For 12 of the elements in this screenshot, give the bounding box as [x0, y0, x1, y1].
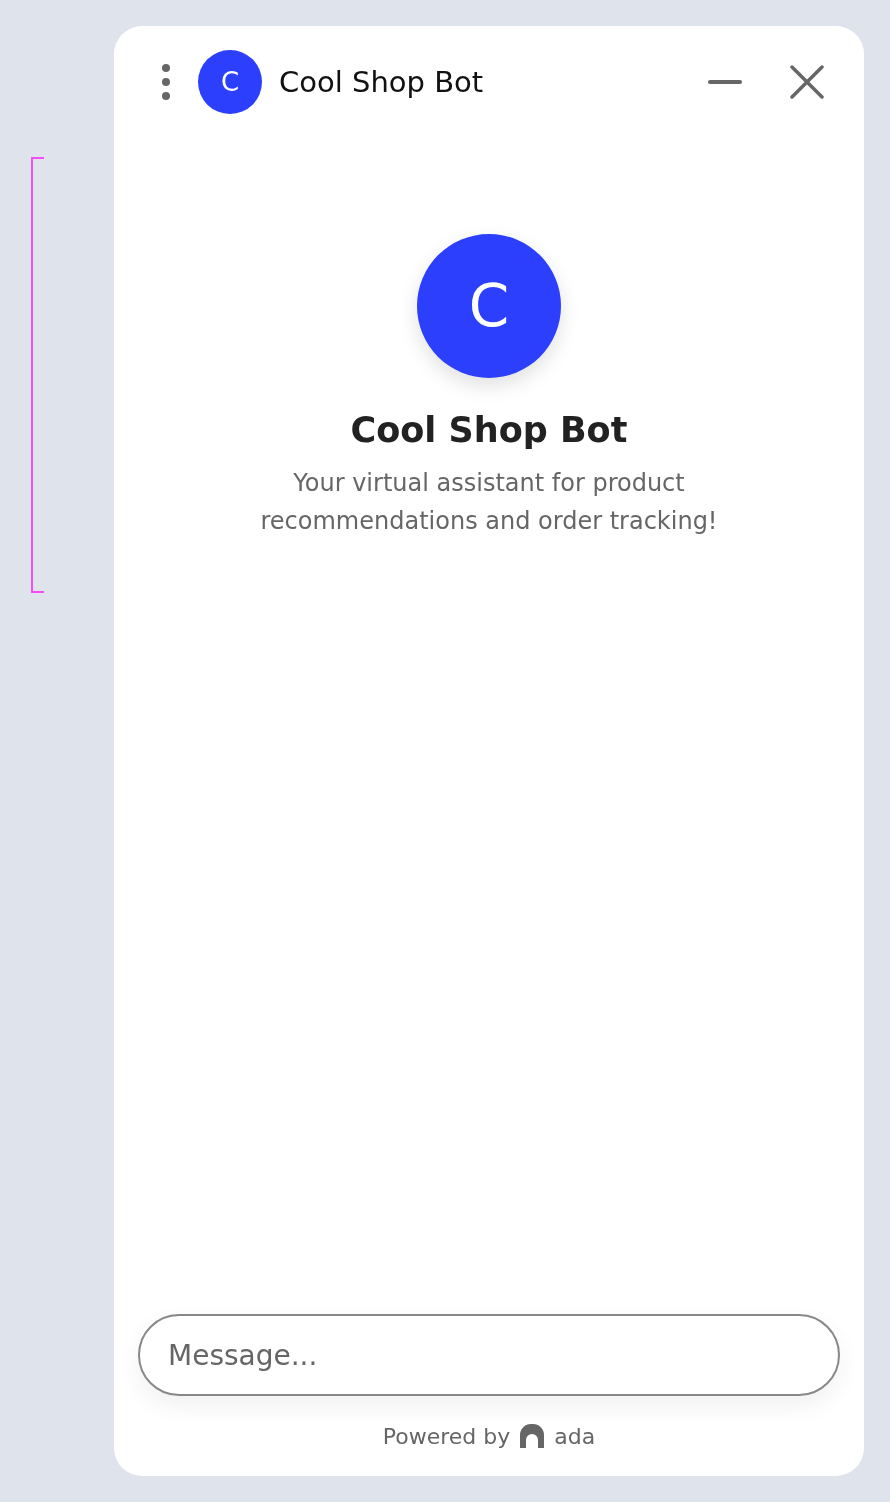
- message-field[interactable]: Message...: [138, 1314, 840, 1396]
- powered-by-text: Powered by: [382, 1423, 511, 1449]
- window-title: Cool Shop Bot: [279, 65, 485, 99]
- close-icon: [790, 65, 824, 99]
- minimize-icon: [708, 79, 742, 85]
- bot-name: Cool Shop Bot: [350, 410, 628, 450]
- bot-description: Your virtual assistant for product recommendations and order tracking!: [259, 468, 719, 537]
- bot-avatar: C: [198, 50, 262, 114]
- bot-avatar: C: [417, 234, 561, 378]
- brand-link[interactable]: ada: [554, 1423, 596, 1449]
- kebab-menu-icon: [162, 64, 170, 100]
- arch-logo-icon: [520, 1424, 545, 1448]
